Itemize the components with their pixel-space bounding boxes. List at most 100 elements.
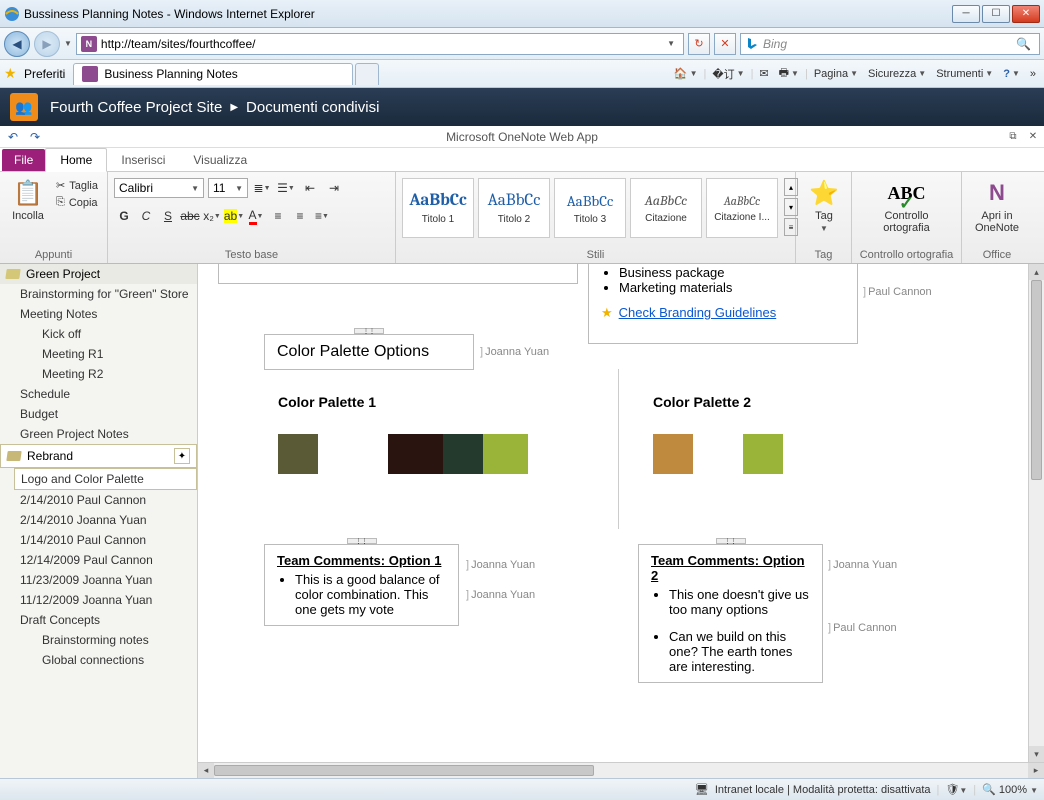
app-popout-button[interactable]: ⧉ <box>1006 130 1020 144</box>
page-meeting-notes[interactable]: Meeting Notes <box>14 304 197 324</box>
vertical-scrollbar[interactable]: ▴ ▾ <box>1028 264 1044 762</box>
page-green-notes[interactable]: Green Project Notes <box>14 424 197 444</box>
note-drag-handle[interactable]: ⋮⋮ <box>716 538 746 544</box>
note-canvas[interactable]: Business package Marketing materials ★Ch… <box>198 264 1028 762</box>
feeds-button[interactable]: �订▼ <box>708 64 748 84</box>
note-drag-handle[interactable]: ⋮⋮ <box>354 328 384 334</box>
align-left-button[interactable]: ≡ <box>268 206 288 226</box>
outdent-button[interactable]: ⇤ <box>300 178 320 198</box>
print-button[interactable]: 🖶▼ <box>775 62 803 85</box>
browser-tab[interactable]: Business Planning Notes <box>73 63 353 85</box>
scroll-left-button[interactable]: ◂ <box>198 763 214 778</box>
read-mail-button[interactable]: ✉ <box>755 65 772 82</box>
style-citazione-i[interactable]: AaBbCcCitazione I... <box>706 178 778 238</box>
bold-button[interactable]: G <box>114 206 134 226</box>
page-schedule[interactable]: Schedule <box>14 384 197 404</box>
page-history-3[interactable]: 1/14/2010 Paul Cannon <box>14 530 197 550</box>
page-history-4[interactable]: 12/14/2009 Paul Cannon <box>14 550 197 570</box>
undo-button[interactable]: ↶ <box>4 128 22 146</box>
spellcheck-button[interactable]: ABC✓Controllo ortografia <box>858 174 955 236</box>
note-container-branding[interactable]: Business package Marketing materials ★Ch… <box>588 264 858 344</box>
style-titolo2[interactable]: AaBbCcTitolo 2 <box>478 178 550 238</box>
font-color-button[interactable]: A▼ <box>246 206 266 226</box>
cut-button[interactable]: ✂Taglia <box>54 178 100 193</box>
page-meeting-r1[interactable]: Meeting R1 <box>14 344 197 364</box>
refresh-button[interactable]: ↻ <box>688 33 710 55</box>
page-kickoff[interactable]: Kick off <box>14 324 197 344</box>
redo-button[interactable]: ↷ <box>26 128 44 146</box>
command-overflow[interactable]: » <box>1026 66 1040 82</box>
copy-button[interactable]: ⎘Copia <box>54 195 100 210</box>
note-container-top[interactable] <box>218 264 578 284</box>
paste-button[interactable]: 📋 Incolla <box>6 174 50 224</box>
safety-menu[interactable]: Sicurezza▼ <box>864 66 930 82</box>
forward-button[interactable]: ▶ <box>34 31 60 57</box>
breadcrumb-site[interactable]: Fourth Coffee Project Site <box>50 99 222 116</box>
stop-button[interactable]: ✕ <box>714 33 736 55</box>
app-close-button[interactable]: ✕ <box>1026 130 1040 144</box>
scroll-thumb[interactable] <box>214 765 594 776</box>
horizontal-scrollbar[interactable]: ◂ ▸ <box>198 762 1044 778</box>
tag-button[interactable]: ⭐Tag▼ <box>802 174 846 237</box>
new-tab-button[interactable] <box>355 63 379 85</box>
align-right-button[interactable]: ≡▼ <box>312 206 332 226</box>
tab-file[interactable]: File <box>2 149 45 171</box>
search-button[interactable]: 🔍 <box>1012 37 1035 51</box>
back-button[interactable]: ◀ <box>4 31 30 57</box>
note-container-comments-2[interactable]: ⋮⋮ Team Comments: Option 2 This one does… <box>638 544 823 683</box>
nav-history-dropdown[interactable]: ▼ <box>64 39 72 48</box>
page-history-2[interactable]: 2/14/2010 Joanna Yuan <box>14 510 197 530</box>
align-center-button[interactable]: ≡ <box>290 206 310 226</box>
highlight-button[interactable]: ab▼ <box>224 206 244 226</box>
search-box[interactable]: Bing 🔍 <box>740 33 1040 55</box>
style-titolo3[interactable]: AaBbCcTitolo 3 <box>554 178 626 238</box>
note-container-title[interactable]: ⋮⋮ Color Palette Options <box>264 334 474 370</box>
tab-inserisci[interactable]: Inserisci <box>107 149 179 171</box>
zoom-control[interactable]: 🔍 100% ▼ <box>982 783 1038 796</box>
underline-button[interactable]: S <box>158 206 178 226</box>
sharepoint-logo-icon[interactable]: 👥 <box>10 93 38 121</box>
favorites-label[interactable]: Preferiti <box>24 67 65 81</box>
help-button[interactable]: ?▼ <box>999 66 1024 82</box>
page-budget[interactable]: Budget <box>14 404 197 424</box>
scroll-right-button[interactable]: ▸ <box>1028 763 1044 778</box>
section-rebrand[interactable]: Rebrand✦ <box>0 444 197 468</box>
font-name-select[interactable]: Calibri▼ <box>114 178 204 198</box>
address-dropdown[interactable]: ▼ <box>663 39 679 48</box>
subscript-button[interactable]: x₂▼ <box>202 206 222 226</box>
check-branding-link[interactable]: Check Branding Guidelines <box>619 305 777 320</box>
page-meeting-r2[interactable]: Meeting R2 <box>14 364 197 384</box>
bullets-button[interactable]: ≣▼ <box>252 178 272 198</box>
home-button[interactable]: 🏠▼ <box>670 65 702 82</box>
indent-button[interactable]: ⇥ <box>324 178 344 198</box>
section-green-project[interactable]: Green Project <box>0 264 197 284</box>
minimize-button[interactable]: ─ <box>952 5 980 23</box>
page-menu[interactable]: Pagina▼ <box>810 66 862 82</box>
page-history-1[interactable]: 2/14/2010 Paul Cannon <box>14 490 197 510</box>
italic-button[interactable]: C <box>136 206 156 226</box>
tab-home[interactable]: Home <box>45 148 107 172</box>
note-container-comments-1[interactable]: ⋮⋮ Team Comments: Option 1 This is a goo… <box>264 544 459 626</box>
close-button[interactable]: ✕ <box>1012 5 1040 23</box>
address-bar[interactable]: N http://team/sites/fourthcoffee/ ▼ <box>76 33 684 55</box>
page-brainstorming-green[interactable]: Brainstorming for "Green" Store <box>14 284 197 304</box>
breadcrumb-library[interactable]: Documenti condivisi <box>246 99 379 116</box>
page-logo-color-palette[interactable]: Logo and Color Palette <box>14 468 197 490</box>
note-drag-handle[interactable]: ⋮⋮ <box>347 538 377 544</box>
scroll-thumb[interactable] <box>1031 280 1042 480</box>
page-history-6[interactable]: 11/12/2009 Joanna Yuan <box>14 590 197 610</box>
protected-mode-button[interactable]: 🛡▼ <box>945 783 967 796</box>
font-size-select[interactable]: 11▼ <box>208 178 248 198</box>
strike-button[interactable]: abc <box>180 206 200 226</box>
page-global-connections[interactable]: Global connections <box>14 650 197 670</box>
style-citazione[interactable]: AaBbCcCitazione <box>630 178 702 238</box>
tab-visualizza[interactable]: Visualizza <box>179 149 261 171</box>
style-titolo1[interactable]: AaBbCcTitolo 1 <box>402 178 474 238</box>
favorites-star-icon[interactable]: ★ <box>4 65 24 82</box>
page-brainstorming-notes[interactable]: Brainstorming notes <box>14 630 197 650</box>
page-draft-concepts[interactable]: Draft Concepts <box>14 610 197 630</box>
open-in-onenote-button[interactable]: NApri in OneNote <box>968 174 1026 236</box>
maximize-button[interactable]: ☐ <box>982 5 1010 23</box>
page-history-5[interactable]: 11/23/2009 Joanna Yuan <box>14 570 197 590</box>
scroll-up-button[interactable]: ▴ <box>1029 264 1044 280</box>
